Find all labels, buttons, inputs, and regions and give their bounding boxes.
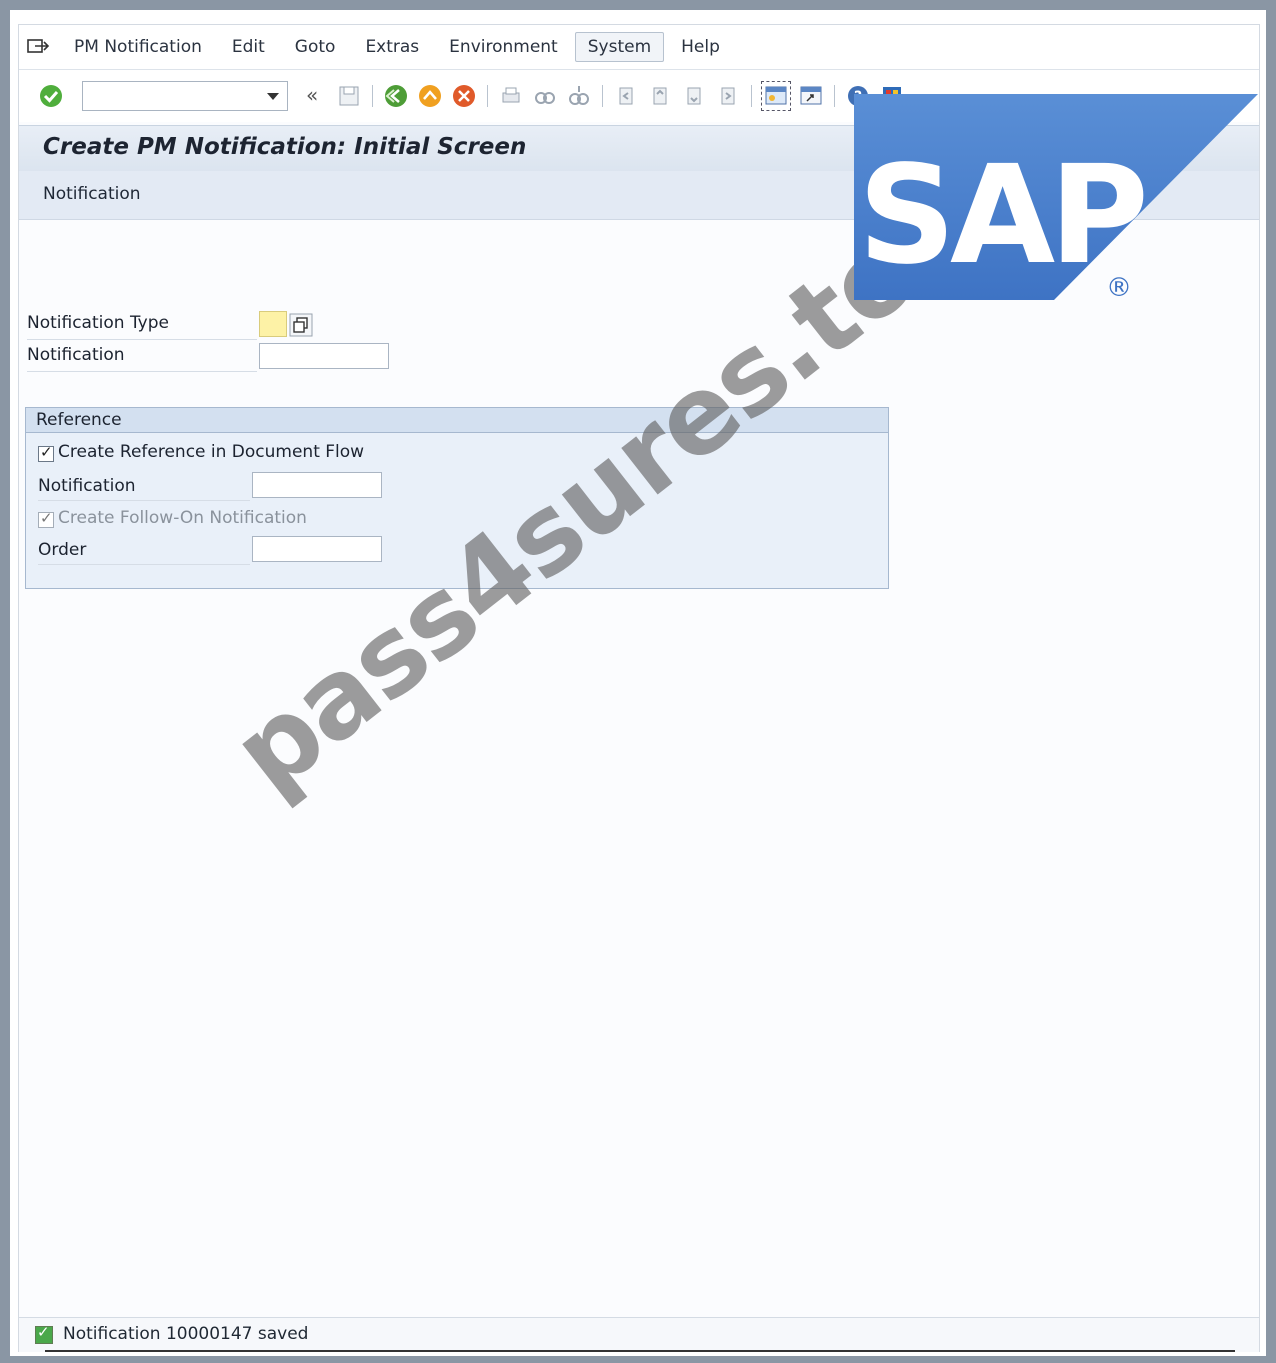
- menu-bar: PM Notification Edit Goto Extras Environ…: [19, 25, 1259, 70]
- notification-field[interactable]: [259, 343, 389, 369]
- svg-text:«: «: [306, 85, 318, 107]
- row-divider: [27, 339, 257, 340]
- menu-export-icon[interactable]: [25, 36, 51, 58]
- notification-type-input[interactable]: [260, 312, 286, 336]
- follow-on-checkbox: [38, 509, 54, 528]
- row-divider: [27, 371, 257, 372]
- back-arrows-icon[interactable]: «: [301, 82, 329, 110]
- sap-logo: SAP ®: [854, 94, 1258, 303]
- possible-entries-icon[interactable]: [289, 313, 313, 337]
- order-field[interactable]: [252, 536, 382, 562]
- success-icon: [35, 1323, 53, 1344]
- toolbar-separator: [372, 85, 373, 107]
- sap-logo-text: SAP: [858, 137, 1144, 295]
- page-title: Create PM Notification: Initial Screen: [43, 134, 527, 160]
- app-toolbar-notification-button[interactable]: Notification: [43, 184, 141, 204]
- row-divider: [38, 500, 250, 501]
- menu-pm-notification[interactable]: PM Notification: [61, 32, 215, 62]
- menu-system[interactable]: System: [574, 32, 665, 62]
- toolbar-separator: [751, 85, 752, 107]
- toolbar-separator: [834, 85, 835, 107]
- menu-help[interactable]: Help: [668, 32, 733, 62]
- back-icon[interactable]: [382, 82, 410, 110]
- order-input[interactable]: [253, 537, 381, 561]
- status-bar: Notification 10000147 saved: [19, 1317, 1259, 1352]
- cancel-icon[interactable]: [450, 82, 478, 110]
- ref-notification-field[interactable]: [252, 472, 382, 498]
- notification-input[interactable]: [260, 344, 388, 368]
- reference-group-title: Reference: [36, 410, 122, 430]
- last-page-icon[interactable]: [714, 82, 742, 110]
- toolbar-separator: [602, 85, 603, 107]
- menu-goto[interactable]: Goto: [282, 32, 349, 62]
- create-reference-label: Create Reference in Document Flow: [58, 442, 365, 462]
- ref-notification-label: Notification: [38, 476, 136, 496]
- row-divider: [38, 564, 250, 565]
- screenshot-frame: PM Notification Edit Goto Extras Environ…: [10, 10, 1266, 1356]
- create-session-icon[interactable]: [761, 81, 791, 111]
- toolbar-separator: [487, 85, 488, 107]
- enter-icon[interactable]: [37, 82, 65, 110]
- menu-edit[interactable]: Edit: [219, 32, 278, 62]
- shortcut-icon[interactable]: [797, 82, 825, 110]
- follow-on-label: Create Follow-On Notification: [58, 508, 307, 528]
- first-page-icon[interactable]: [612, 82, 640, 110]
- registered-mark: ®: [1106, 273, 1132, 300]
- menu-environment[interactable]: Environment: [436, 32, 571, 62]
- status-message[interactable]: Notification 10000147 saved: [63, 1324, 308, 1344]
- menu-extras[interactable]: Extras: [352, 32, 432, 62]
- find-icon[interactable]: [531, 82, 559, 110]
- command-field[interactable]: [82, 81, 288, 111]
- ref-notification-input[interactable]: [253, 473, 381, 497]
- find-next-icon[interactable]: [565, 82, 593, 110]
- next-page-icon[interactable]: [680, 82, 708, 110]
- notification-type-label: Notification Type: [27, 313, 169, 333]
- notification-label: Notification: [27, 345, 125, 365]
- print-icon[interactable]: [497, 82, 525, 110]
- status-divider: [45, 1350, 1235, 1352]
- previous-page-icon[interactable]: [646, 82, 674, 110]
- command-input[interactable]: [87, 82, 261, 110]
- create-reference-checkbox[interactable]: [38, 443, 54, 462]
- notification-type-field[interactable]: [259, 311, 287, 337]
- exit-icon[interactable]: [416, 82, 444, 110]
- save-icon[interactable]: [335, 82, 363, 110]
- order-label: Order: [38, 540, 87, 560]
- chevron-down-icon[interactable]: [267, 93, 279, 100]
